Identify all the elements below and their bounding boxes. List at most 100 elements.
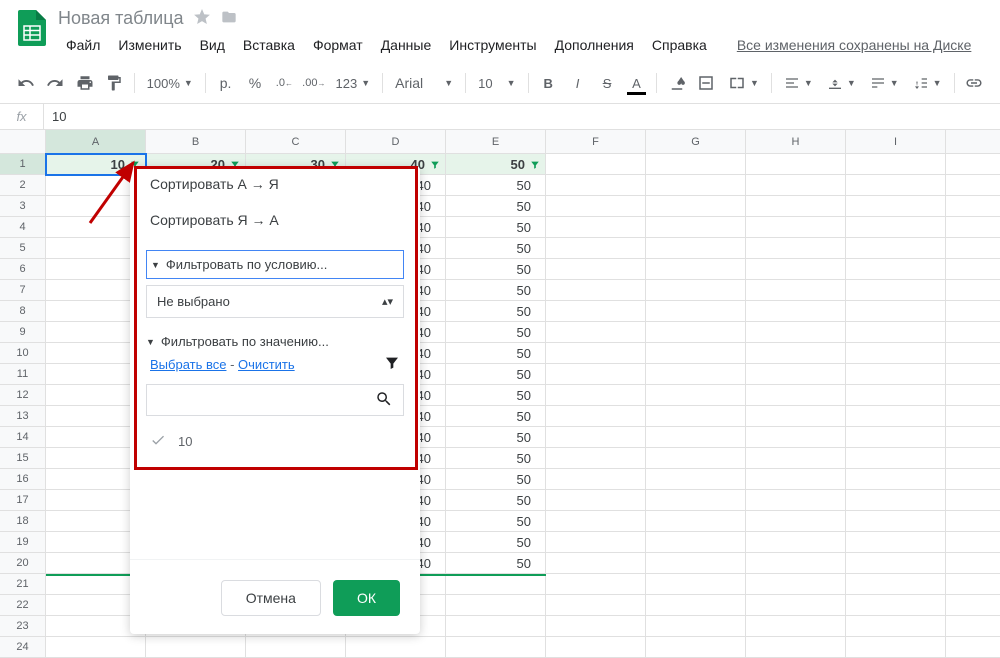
column-header[interactable]: B (146, 130, 246, 154)
cell[interactable] (746, 238, 846, 259)
cell[interactable] (546, 301, 646, 322)
ok-button[interactable]: ОК (333, 580, 400, 616)
row-header[interactable]: 14 (0, 427, 46, 448)
cell[interactable] (746, 301, 846, 322)
link-button[interactable] (961, 69, 988, 97)
row-header[interactable]: 9 (0, 322, 46, 343)
cell[interactable] (646, 217, 746, 238)
cell[interactable] (846, 217, 946, 238)
cell[interactable]: 50 (446, 259, 546, 280)
condition-select[interactable]: Не выбрано ▴▾ (146, 285, 404, 318)
menu-file[interactable]: Файл (58, 33, 108, 57)
cell[interactable] (546, 595, 646, 616)
cell[interactable] (646, 406, 746, 427)
currency-button[interactable]: р. (212, 69, 239, 97)
cell[interactable]: 50 (446, 322, 546, 343)
cell[interactable] (846, 595, 946, 616)
cell[interactable] (546, 448, 646, 469)
cell[interactable] (846, 469, 946, 490)
row-header[interactable]: 24 (0, 637, 46, 658)
menu-format[interactable]: Формат (305, 33, 371, 57)
percent-button[interactable]: % (241, 69, 268, 97)
cell[interactable]: 50 (446, 196, 546, 217)
cell[interactable] (346, 637, 446, 658)
cell[interactable] (846, 616, 946, 637)
cell[interactable] (846, 385, 946, 406)
cell[interactable] (646, 490, 746, 511)
cell[interactable]: 50 (446, 469, 546, 490)
filter-value-item[interactable]: 10 (130, 424, 420, 459)
menu-view[interactable]: Вид (192, 33, 233, 57)
cell[interactable]: 50 (446, 238, 546, 259)
bold-button[interactable]: B (534, 69, 561, 97)
cell[interactable] (646, 532, 746, 553)
redo-button[interactable] (41, 69, 68, 97)
paint-format-button[interactable] (100, 69, 127, 97)
row-header[interactable]: 15 (0, 448, 46, 469)
decrease-decimal-button[interactable]: .0← (271, 69, 298, 97)
cell[interactable] (846, 280, 946, 301)
cell[interactable] (746, 553, 846, 574)
cell[interactable]: 50 (446, 427, 546, 448)
cell[interactable] (646, 301, 746, 322)
cell[interactable] (746, 616, 846, 637)
cell[interactable] (546, 490, 646, 511)
menu-insert[interactable]: Вставка (235, 33, 303, 57)
cell[interactable] (846, 175, 946, 196)
cell[interactable] (746, 280, 846, 301)
row-header[interactable]: 13 (0, 406, 46, 427)
strike-button[interactable]: S (593, 69, 620, 97)
row-header[interactable]: 10 (0, 343, 46, 364)
document-title[interactable]: Новая таблица (58, 8, 184, 29)
cell[interactable] (646, 469, 746, 490)
rotate-button[interactable]: ▼ (907, 71, 948, 95)
column-header[interactable]: E (446, 130, 546, 154)
cell[interactable] (846, 448, 946, 469)
cell[interactable] (646, 511, 746, 532)
cell[interactable] (546, 364, 646, 385)
cell[interactable] (546, 427, 646, 448)
cell[interactable] (146, 637, 246, 658)
font-select[interactable]: Arial▼ (389, 71, 459, 95)
filter-icon[interactable] (430, 158, 442, 170)
cell[interactable] (546, 175, 646, 196)
cell[interactable] (546, 553, 646, 574)
cell[interactable] (746, 490, 846, 511)
cell[interactable] (546, 511, 646, 532)
column-header[interactable]: F (546, 130, 646, 154)
clear-link[interactable]: Очистить (238, 357, 295, 372)
cell[interactable] (546, 196, 646, 217)
cell[interactable] (646, 574, 746, 595)
cell[interactable] (846, 553, 946, 574)
cell[interactable]: 50 (446, 448, 546, 469)
row-header[interactable]: 3 (0, 196, 46, 217)
cell[interactable] (746, 532, 846, 553)
select-all-link[interactable]: Выбрать все (150, 357, 226, 372)
menu-addons[interactable]: Дополнения (547, 33, 642, 57)
cell[interactable] (746, 574, 846, 595)
cell[interactable] (546, 406, 646, 427)
zoom-select[interactable]: 100%▼ (141, 72, 199, 95)
cell[interactable] (46, 637, 146, 658)
cell[interactable]: 50 (446, 280, 546, 301)
filter-by-condition-toggle[interactable]: ▼ Фильтровать по условию... (146, 250, 404, 279)
cell[interactable] (846, 322, 946, 343)
cell[interactable] (546, 469, 646, 490)
text-color-button[interactable]: A (623, 69, 650, 97)
cell[interactable] (746, 595, 846, 616)
cell[interactable] (846, 343, 946, 364)
cell[interactable] (546, 154, 646, 175)
cell[interactable]: 50 (446, 217, 546, 238)
cell[interactable] (546, 343, 646, 364)
row-header[interactable]: 16 (0, 469, 46, 490)
cell[interactable] (846, 154, 946, 175)
row-header[interactable]: 5 (0, 238, 46, 259)
cell[interactable] (846, 511, 946, 532)
cell[interactable] (746, 217, 846, 238)
cancel-button[interactable]: Отмена (221, 580, 321, 616)
row-header[interactable]: 12 (0, 385, 46, 406)
cell[interactable] (646, 364, 746, 385)
cell[interactable] (746, 448, 846, 469)
cell[interactable] (646, 343, 746, 364)
cell[interactable] (746, 175, 846, 196)
